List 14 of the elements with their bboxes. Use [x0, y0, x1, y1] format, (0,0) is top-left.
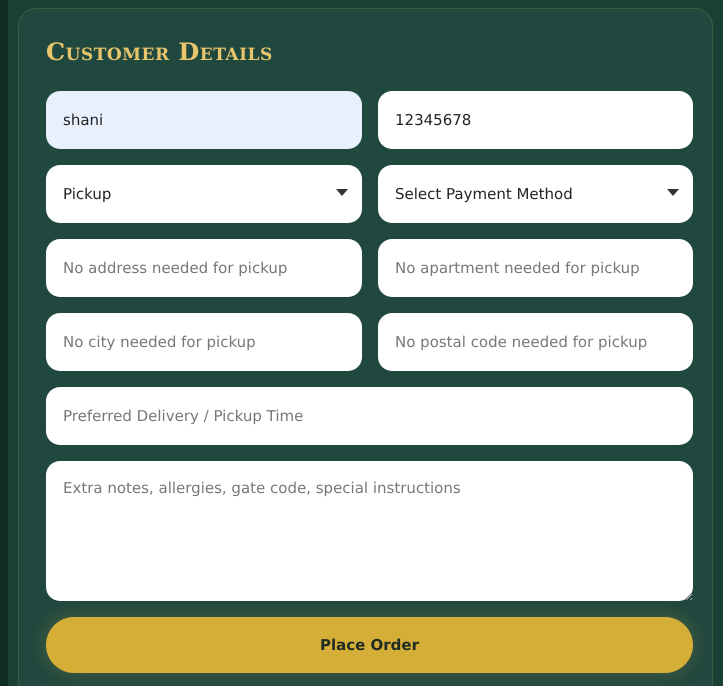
notes-field[interactable]: Extra notes, allergies, gate code, special instructions — [46, 461, 693, 601]
dropdown[interactable]: Pickup — [46, 165, 362, 223]
input-field[interactable]: No apartment needed for pickup — [378, 239, 693, 297]
input-field[interactable]: No postal code needed for pickup — [378, 313, 693, 371]
place-order-button[interactable]: Place Order — [46, 617, 693, 673]
caret-icon — [336, 188, 348, 196]
input-field[interactable]: 12345678 — [378, 91, 693, 149]
input-field[interactable]: shani — [46, 91, 362, 149]
dropdown[interactable]: Select Payment Method — [378, 165, 693, 223]
section-title: Customer Details — [46, 37, 274, 67]
input-field[interactable]: No address needed for pickup — [46, 239, 362, 297]
input-field[interactable]: Preferred Delivery / Pickup Time — [46, 387, 693, 445]
caret-icon — [667, 188, 679, 196]
input-field[interactable]: No city needed for pickup — [46, 313, 362, 371]
